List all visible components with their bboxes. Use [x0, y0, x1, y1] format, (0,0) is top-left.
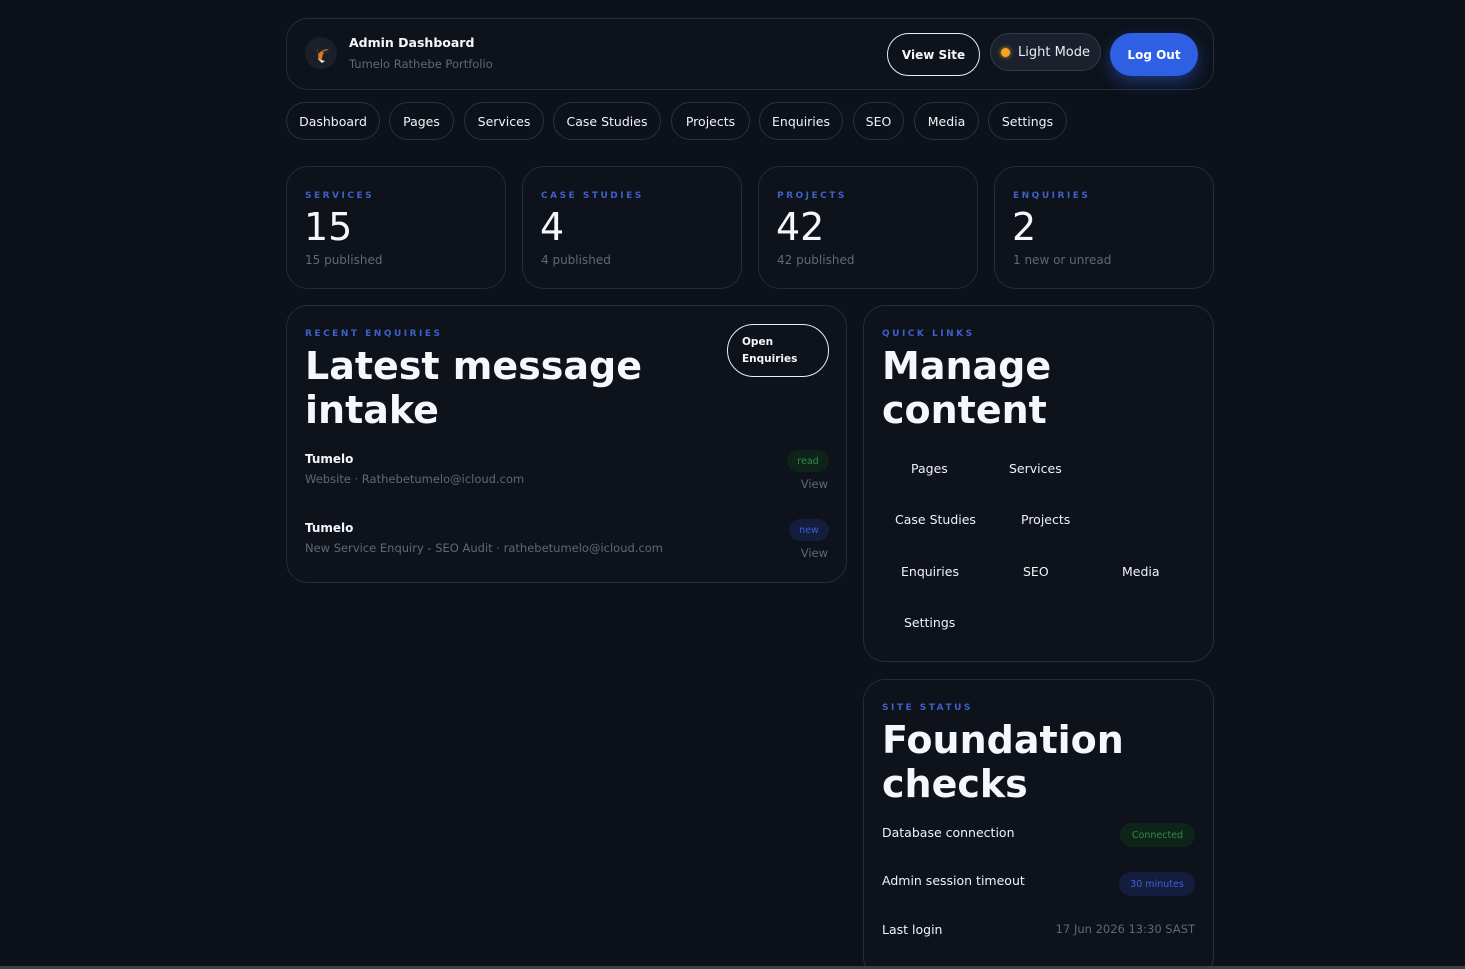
enquiry-meta: Website · Rathebetumelo@icloud.com: [305, 472, 525, 486]
section-title-line: Latest message: [305, 344, 643, 388]
open-enquiries-button[interactable]: Open Enquiries: [727, 324, 829, 377]
quick-link-case-studies[interactable]: Case Studies: [895, 512, 976, 527]
section-title-line: content: [882, 388, 1047, 432]
status-badge-connected: Connected: [1120, 823, 1195, 847]
section-eyebrow: RECENT ENQUIRIES: [305, 329, 443, 339]
light-mode-label: Light Mode: [1018, 44, 1090, 60]
stat-value: 15: [304, 205, 353, 249]
last-login-value: 17 Jun 2026 13:30 SAST: [1055, 922, 1195, 936]
stat-label: SERVICES: [305, 191, 375, 201]
stat-card-projects: PROJECTS 42 42 published: [758, 166, 978, 289]
quick-link-pages[interactable]: Pages: [911, 461, 948, 476]
stat-note: 1 new or unread: [1013, 253, 1112, 267]
stat-card-services: SERVICES 15 15 published: [286, 166, 506, 289]
app-subtitle: Tumelo Rathebe Portfolio: [349, 57, 493, 71]
stat-note: 4 published: [541, 253, 611, 267]
app-title: Admin Dashboard: [349, 35, 475, 50]
stat-value: 2: [1012, 205, 1037, 249]
stat-card-case-studies: CASE STUDIES 4 4 published: [522, 166, 742, 289]
stat-label: PROJECTS: [777, 191, 847, 201]
stat-value: 4: [540, 205, 565, 249]
status-badge: read: [787, 450, 829, 472]
quick-link-projects[interactable]: Projects: [1021, 512, 1070, 527]
light-mode-toggle[interactable]: Light Mode: [990, 33, 1101, 71]
nav-seo[interactable]: SEO: [853, 102, 904, 140]
nav-services[interactable]: Services: [464, 102, 544, 140]
status-label-timeout: Admin session timeout: [882, 873, 1025, 888]
view-site-button[interactable]: View Site: [887, 33, 980, 76]
enquiry-view-link[interactable]: View: [801, 477, 828, 491]
top-header: Admin Dashboard Tumelo Rathebe Portfolio…: [286, 18, 1214, 90]
section-title: Latest message intake: [305, 344, 642, 432]
section-eyebrow: QUICK LINKS: [882, 329, 975, 339]
logout-button[interactable]: Log Out: [1110, 33, 1198, 76]
open-enquiries-label: Open: [742, 335, 774, 348]
brand-logo-icon: [305, 37, 337, 69]
quick-link-enquiries[interactable]: Enquiries: [901, 564, 959, 579]
section-title-line: Manage: [882, 344, 1052, 388]
section-title: Manage content: [882, 344, 1051, 432]
stat-value: 42: [776, 205, 825, 249]
sun-icon: [1001, 47, 1010, 57]
section-title-line: intake: [305, 388, 439, 432]
stat-note: 15 published: [305, 253, 383, 267]
quick-link-services[interactable]: Services: [1009, 461, 1062, 476]
enquiry-view-link[interactable]: View: [801, 546, 828, 560]
enquiry-name: Tumelo: [305, 452, 354, 466]
enquiry-meta: New Service Enquiry - SEO Audit · ratheb…: [305, 541, 664, 555]
nav-projects[interactable]: Projects: [671, 102, 750, 140]
admin-dashboard-page: Admin Dashboard Tumelo Rathebe Portfolio…: [0, 0, 1465, 969]
quick-links-panel: QUICK LINKS Manage content Pages Service…: [863, 305, 1214, 662]
stat-label: ENQUIRIES: [1013, 191, 1091, 201]
nav-case-studies[interactable]: Case Studies: [553, 102, 661, 140]
nav-dashboard[interactable]: Dashboard: [286, 102, 380, 140]
stat-note: 42 published: [777, 253, 855, 267]
status-badge: new: [789, 519, 829, 541]
open-enquiries-label: Enquiries: [742, 352, 798, 365]
section-title-line: Foundation: [882, 718, 1124, 762]
nav-pages[interactable]: Pages: [389, 102, 454, 140]
status-label-last-login: Last login: [882, 922, 943, 937]
stat-label: CASE STUDIES: [541, 191, 644, 201]
quick-link-seo[interactable]: SEO: [1023, 564, 1049, 579]
section-title-line: checks: [882, 762, 1028, 806]
quick-link-media[interactable]: Media: [1122, 564, 1160, 579]
nav-settings[interactable]: Settings: [988, 102, 1067, 140]
recent-enquiries-panel: RECENT ENQUIRIES Latest message intake O…: [286, 305, 847, 583]
section-eyebrow: SITE STATUS: [882, 703, 973, 713]
nav-enquiries[interactable]: Enquiries: [759, 102, 843, 140]
site-status-panel: SITE STATUS Foundation checks Database c…: [863, 679, 1214, 969]
quick-link-settings[interactable]: Settings: [904, 615, 955, 630]
nav-media[interactable]: Media: [914, 102, 979, 140]
stat-card-enquiries: ENQUIRIES 2 1 new or unread: [994, 166, 1214, 289]
section-title: Foundation checks: [882, 718, 1124, 806]
enquiry-name: Tumelo: [305, 521, 354, 535]
status-label-database: Database connection: [882, 825, 1015, 840]
status-badge-timeout: 30 minutes: [1119, 872, 1195, 896]
